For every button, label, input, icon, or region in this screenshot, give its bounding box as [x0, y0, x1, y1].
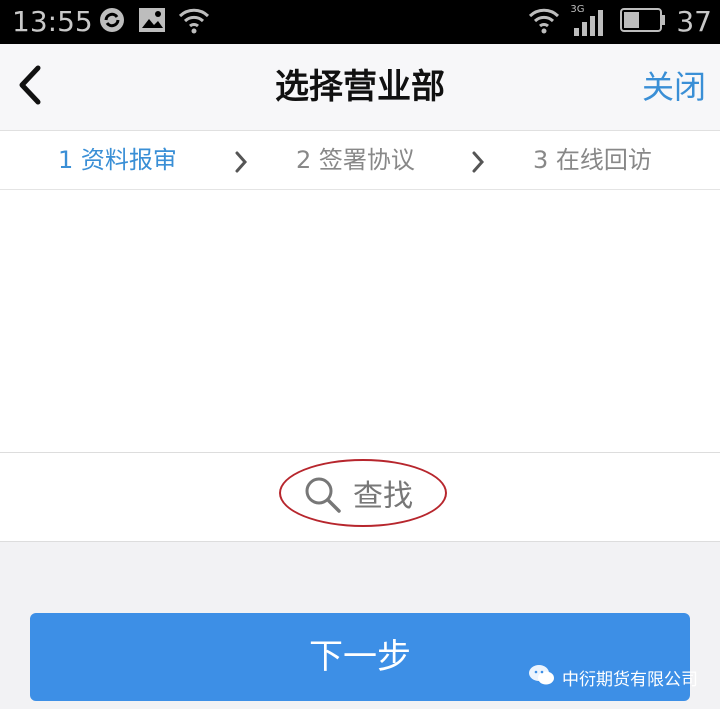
status-bar: 13:55 3G 37 [0, 0, 720, 44]
page-title: 选择营业部 [275, 67, 445, 107]
battery-level: 37 [676, 5, 712, 38]
chevron-left-icon [16, 64, 44, 110]
wifi-icon [178, 6, 210, 38]
battery-icon [620, 7, 666, 37]
back-button[interactable] [10, 62, 50, 112]
annotation-circle [279, 459, 447, 527]
image-notification-icon [138, 7, 166, 37]
wifi-icon [528, 6, 560, 38]
chevron-right-icon [230, 149, 252, 175]
nav-bar: 选择营业部 关闭 [0, 44, 720, 131]
sync-icon [98, 6, 126, 38]
watermark-text: 中衍期货有限公司 [562, 669, 698, 690]
step-1: 1 资料报审 [58, 146, 177, 174]
close-button[interactable]: 关闭 [642, 44, 706, 130]
step-2: 2 签署协议 [296, 146, 415, 174]
step-3: 3 在线回访 [533, 146, 652, 174]
network-type-label: 3G [570, 4, 585, 15]
wechat-icon [528, 663, 556, 692]
chevron-right-icon [467, 149, 489, 175]
branch-list-area [0, 190, 720, 452]
status-time: 13:55 [12, 5, 93, 38]
signal-icon: 3G [570, 4, 610, 38]
step-indicator: 1 资料报审 2 签署协议 3 在线回访 [0, 131, 720, 190]
watermark: 中衍期货有限公司 [528, 662, 698, 692]
